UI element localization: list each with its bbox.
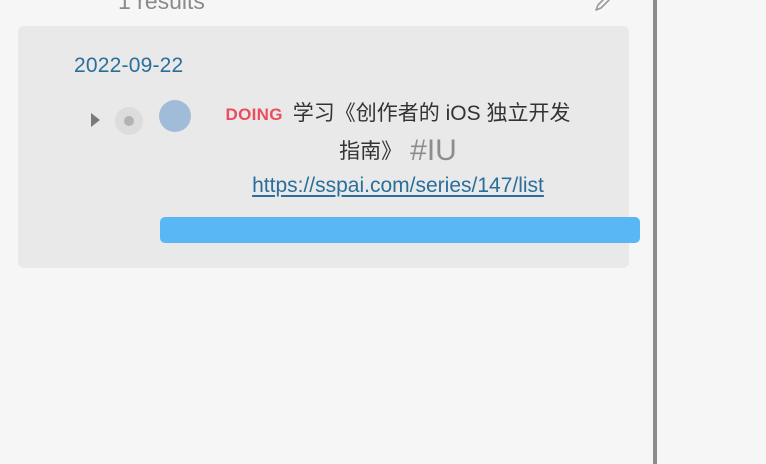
block-content[interactable]: DOING 学习《创作者的 iOS 独立开发 指南》 #IU https://ssp… <box>178 98 618 204</box>
toggle-dot-icon <box>124 116 134 126</box>
block-url-link[interactable]: https://sspai.com/series/147/list <box>252 174 544 197</box>
right-pane <box>657 0 766 464</box>
results-count: 1 results <box>118 0 205 14</box>
journal-date-link[interactable]: 2022-09-22 <box>74 54 183 78</box>
result-card: 2022-09-22 DOING 学习《创作者的 iOS 独立开发 指南》 #IU … <box>18 26 640 268</box>
collapse-toggle[interactable] <box>115 107 143 135</box>
pencil-icon[interactable] <box>592 0 614 14</box>
block-line-3: https://sspai.com/series/147/list <box>178 170 618 204</box>
search-results-page: 1 results 2022-09-22 DOING 学习《创作者的 iOS 独立… <box>0 0 766 464</box>
embed-bar[interactable] <box>160 217 640 243</box>
block-text-line1: 学习《创作者的 iOS 独立开发 <box>292 102 571 125</box>
block-line-1: DOING 学习《创作者的 iOS 独立开发 <box>178 98 618 131</box>
block-text-line2: 指南》 <box>339 140 403 163</box>
page-tag[interactable]: #IU <box>410 134 457 167</box>
block-line-2: 指南》 #IU <box>178 131 618 172</box>
doing-marker[interactable]: DOING <box>226 105 283 124</box>
caret-right-icon[interactable] <box>88 110 102 130</box>
